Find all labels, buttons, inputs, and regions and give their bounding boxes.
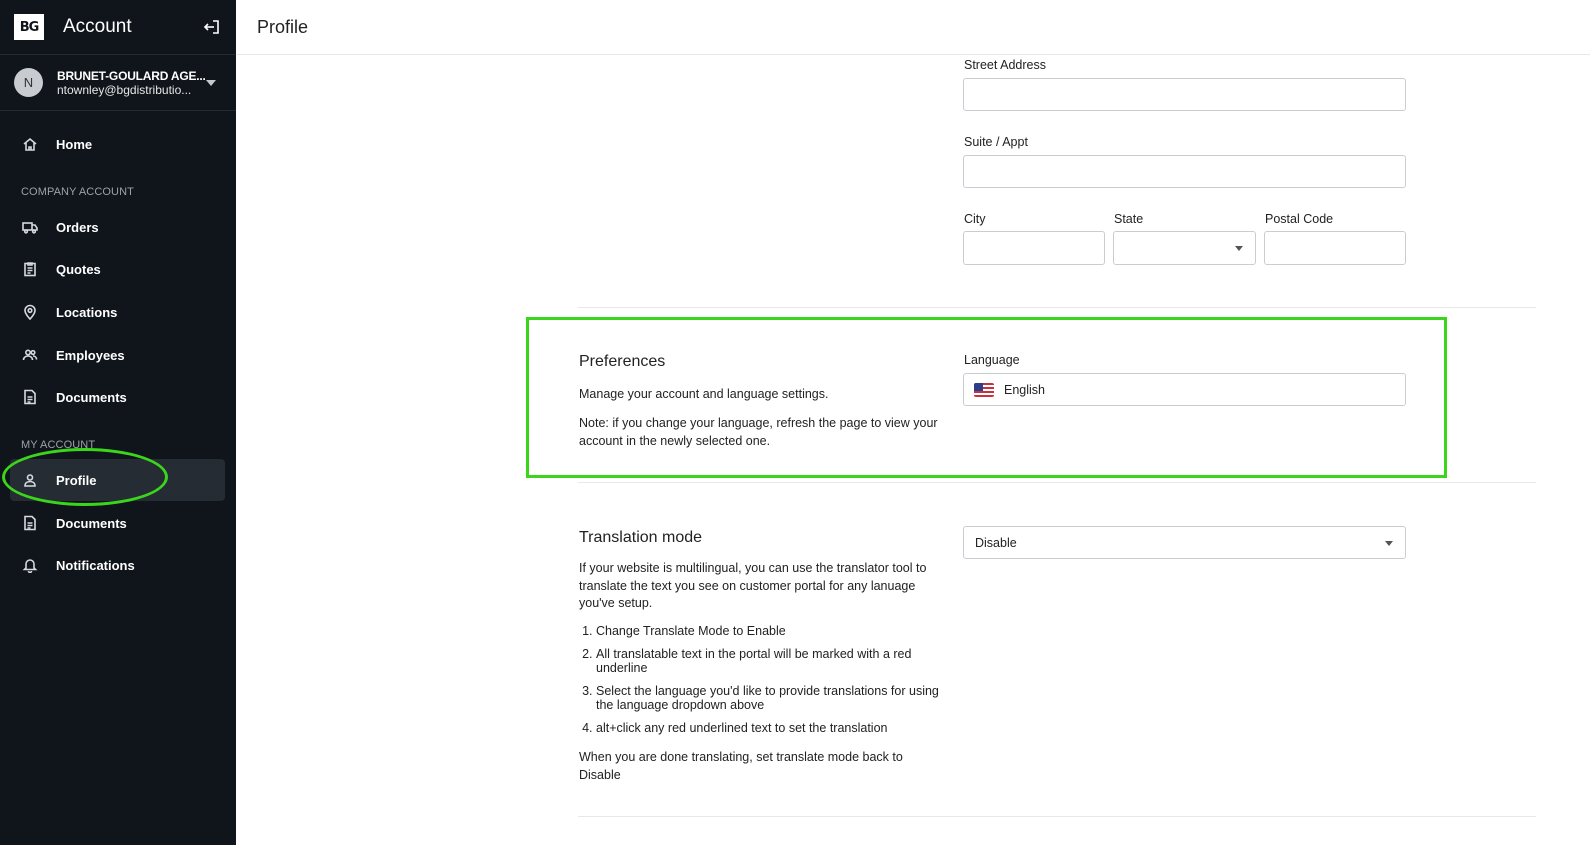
document-icon: [24, 389, 36, 405]
logout-icon[interactable]: [202, 17, 222, 37]
language-label: Language: [964, 353, 1020, 367]
user-email: ntownley@bgdistributio...: [57, 82, 192, 97]
sidebar-item-employees[interactable]: Employees: [10, 334, 225, 376]
sidebar-item-home[interactable]: Home: [10, 123, 225, 165]
section-divider: [578, 307, 1536, 308]
user-switcher[interactable]: N BRUNET-GOULARD AGE... ntownley@bgdistr…: [0, 55, 236, 111]
sidebar-item-label: Locations: [56, 304, 118, 320]
preferences-description: Manage your account and language setting…: [579, 387, 829, 401]
page-title: Profile: [257, 16, 309, 37]
translation-mode-value: Disable: [975, 536, 1017, 550]
state-select[interactable]: [1113, 231, 1256, 265]
list-item: All translatable text in the portal will…: [596, 647, 940, 675]
chevron-down-icon: [1235, 246, 1243, 251]
translation-mode-select[interactable]: Disable: [963, 526, 1406, 559]
profile-highlight-circle: [2, 448, 168, 506]
home-icon: [23, 137, 37, 151]
chevron-down-icon: [1385, 541, 1393, 546]
translation-description: If your website is multilingual, you can…: [579, 561, 927, 610]
city-label: City: [964, 212, 986, 226]
sidebar-item-notifications[interactable]: Notifications: [10, 544, 225, 586]
sidebar-item-label: Orders: [56, 219, 99, 235]
language-select[interactable]: English: [963, 373, 1406, 406]
suite-input[interactable]: [963, 155, 1406, 188]
company-account-heading: COMPANY ACCOUNT: [21, 186, 134, 198]
clipboard-icon: [24, 262, 36, 277]
sidebar-item-label: Notifications: [56, 557, 135, 573]
translation-steps: Change Translate Mode to Enable All tran…: [580, 624, 940, 744]
suite-label: Suite / Appt: [964, 135, 1028, 149]
sidebar-item-my-documents[interactable]: Documents: [10, 502, 225, 544]
users-icon: [22, 349, 38, 361]
sidebar-title: Account: [63, 16, 132, 37]
sidebar-item-label: Quotes: [56, 261, 101, 277]
chevron-down-icon[interactable]: [206, 79, 216, 86]
list-item: Change Translate Mode to Enable: [596, 624, 940, 638]
preferences-title: Preferences: [579, 353, 666, 370]
postal-code-input[interactable]: [1264, 231, 1406, 265]
map-pin-icon: [24, 304, 36, 320]
city-input[interactable]: [963, 231, 1105, 265]
language-value: English: [1004, 383, 1045, 397]
sidebar-item-label: Employees: [56, 347, 125, 363]
section-divider: [578, 816, 1536, 817]
sidebar-item-orders[interactable]: Orders: [10, 206, 225, 248]
sidebar: BG Account N BRUNET-GOULARD AGE... ntown…: [0, 0, 236, 845]
brand-logo[interactable]: BG: [14, 14, 44, 40]
street-address-label: Street Address: [964, 58, 1046, 72]
sidebar-header: BG Account: [0, 0, 236, 55]
state-label: State: [1114, 212, 1144, 226]
translation-mode-title: Translation mode: [579, 529, 703, 546]
section-divider: [578, 482, 1536, 483]
sidebar-item-locations[interactable]: Locations: [10, 291, 225, 333]
sidebar-item-quotes[interactable]: Quotes: [10, 248, 225, 290]
bell-icon: [22, 559, 38, 573]
user-company-name: BRUNET-GOULARD AGE...: [57, 68, 206, 83]
list-item: Select the language you'd like to provid…: [596, 684, 940, 712]
page-header: Profile: [236, 0, 1590, 55]
street-address-input[interactable]: [963, 78, 1406, 111]
sidebar-item-label: Home: [56, 136, 93, 152]
document-icon: [24, 515, 36, 531]
truck-icon: [22, 222, 38, 234]
us-flag-icon: [974, 383, 994, 397]
sidebar-item-label: Documents: [56, 515, 127, 531]
postal-code-label: Postal Code: [1265, 212, 1334, 226]
sidebar-item-company-documents[interactable]: Documents: [10, 376, 225, 418]
preferences-note: Note: if you change your language, refre…: [579, 416, 938, 448]
list-item: alt+click any red underlined text to set…: [596, 721, 940, 735]
sidebar-item-label: Documents: [56, 389, 127, 405]
translation-footer: When you are done translating, set trans…: [579, 750, 903, 782]
avatar: N: [14, 68, 43, 97]
